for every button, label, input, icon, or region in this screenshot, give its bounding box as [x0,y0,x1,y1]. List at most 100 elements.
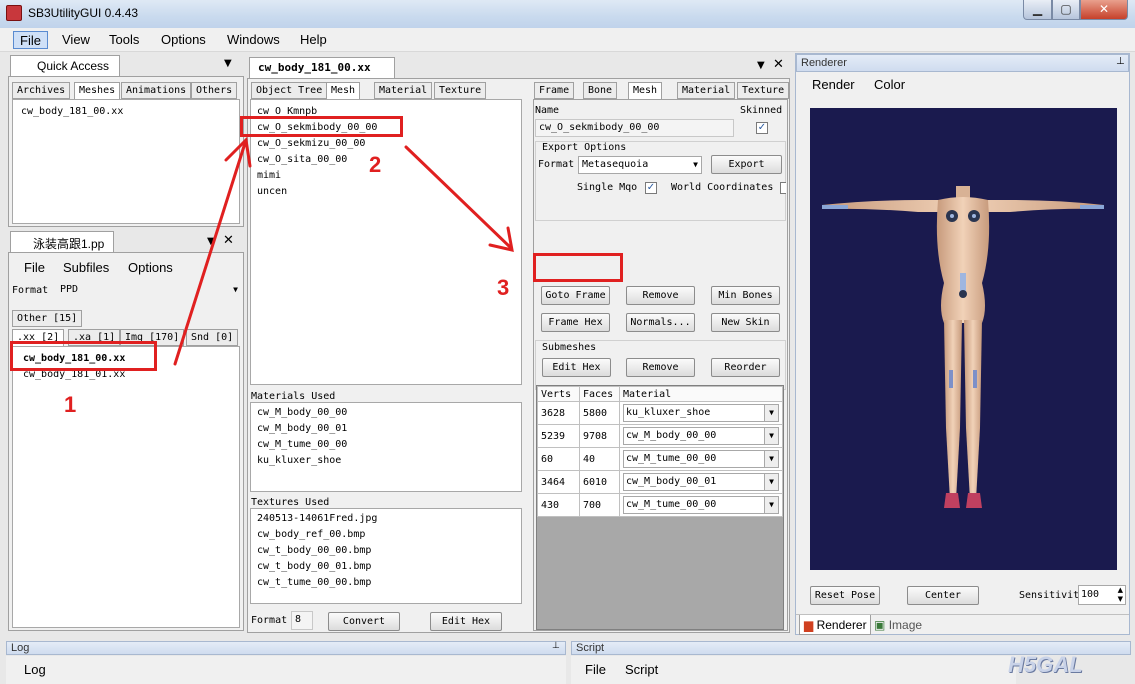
material-select[interactable]: ku_kluxer_shoe ▼ [623,404,779,422]
menu-file[interactable]: File [13,31,48,49]
list-item[interactable]: cw_O_sita_00_00 [257,154,347,165]
list-item[interactable]: uncen [257,186,287,197]
renderer-menu-color[interactable]: Color [874,77,905,92]
submesh-remove-button[interactable]: Remove [626,358,695,377]
textures-list[interactable]: 240513-14061Fred.jpg cw_body_ref_00.bmp … [250,508,522,604]
list-item[interactable]: cw_M_body_00_00 [257,407,347,418]
list-item[interactable]: cw_body_ref_00.bmp [257,529,365,540]
pp-close-icon[interactable]: ✕ [223,233,234,248]
render-viewport[interactable] [810,108,1117,570]
editor-close-icon[interactable]: ✕ [773,57,784,72]
tab-others[interactable]: Others [191,82,238,99]
table-row[interactable]: 3464 6010 cw_M_body_00_01 ▼ [537,470,783,494]
menu-help[interactable]: Help [294,31,333,49]
menu-view[interactable]: View [56,31,96,49]
mesh-list[interactable]: cw_O_Kmnpb cw_O_sekmibody_00_00 cw_O_sek… [250,99,522,385]
tab-archives[interactable]: Archives [12,82,71,99]
image-bottom-tab[interactable]: ▣ Image [874,618,922,632]
list-item[interactable]: mimi [257,170,281,181]
pp-menu-options[interactable]: Options [128,260,173,275]
editor-tab[interactable]: cw_body_181_00.xx [249,57,395,78]
pin-icon[interactable]: ⊥ [1116,56,1125,67]
script-menu-script[interactable]: Script [625,662,658,677]
reset-pose-button[interactable]: Reset Pose [810,586,880,605]
faces-cell[interactable]: 5800 [579,401,620,425]
normals-button[interactable]: Normals... [626,313,695,332]
pp-menu-subfiles[interactable]: Subfiles [63,260,109,275]
pp-file-list[interactable]: cw_body_181_00.xx cw_body_181_01.xx [12,346,240,628]
verts-cell[interactable]: 60 [537,447,580,471]
verts-cell[interactable]: 5239 [537,424,580,448]
table-row[interactable]: 60 40 cw_M_tume_00_00 ▼ [537,447,783,471]
renderer-bottom-tab[interactable]: ▆ Renderer [799,615,871,635]
tab-frame[interactable]: Frame [534,82,575,99]
convert-button[interactable]: Convert [328,612,400,631]
log-pin-icon[interactable]: ⊥ [552,641,560,651]
export-format-select[interactable]: Metasequoia ▼ [578,156,702,174]
material-select[interactable]: cw_M_body_00_01 ▼ [623,473,779,491]
list-item[interactable]: cw_M_body_00_01 [257,423,347,434]
texture-format-field[interactable]: 8 [291,611,313,630]
pp-format-select[interactable]: PPD ▼ [57,282,241,300]
tab-texture-props[interactable]: Texture [737,82,790,99]
material-select[interactable]: cw_M_tume_00_00 ▼ [623,496,779,514]
menu-options[interactable]: Options [155,31,212,49]
center-button[interactable]: Center [907,586,979,605]
maximize-button[interactable]: ▢ [1052,0,1080,20]
menu-windows[interactable]: Windows [221,31,286,49]
faces-cell[interactable]: 700 [579,493,620,517]
list-item[interactable]: cw_t_tume_00_00.bmp [257,577,371,588]
quick-access-dropdown-icon[interactable]: ▼ [224,58,232,69]
editor-dropdown-icon[interactable]: ▼ [757,60,765,71]
list-item[interactable]: cw_t_body_00_01.bmp [257,561,371,572]
list-item[interactable]: cw_O_sekmizu_00_00 [257,138,365,149]
table-row[interactable]: 5239 9708 cw_M_body_00_00 ▼ [537,424,783,448]
sensitivity-input[interactable]: 100 ▲ ▼ [1078,585,1126,605]
faces-cell[interactable]: 40 [579,447,620,471]
verts-cell[interactable]: 430 [537,493,580,517]
quick-access-tab[interactable]: Quick Access [10,55,120,76]
min-bones-button[interactable]: Min Bones [711,286,780,305]
verts-cell[interactable]: 3464 [537,470,580,494]
faces-cell[interactable]: 9708 [579,424,620,448]
minimize-button[interactable]: ▁ [1023,0,1052,20]
edit-hex-button[interactable]: Edit Hex [430,612,502,631]
tab-object-tree[interactable]: Object Tree [251,82,328,99]
table-row[interactable]: 430 700 cw_M_tume_00_00 ▼ [537,493,783,517]
menu-tools[interactable]: Tools [103,31,145,49]
world-coordinates-checkbox[interactable] [780,182,786,194]
material-select[interactable]: cw_M_body_00_00 ▼ [623,427,779,445]
table-row[interactable]: 3628 5800 ku_kluxer_shoe ▼ [537,401,783,425]
mesh-name-field[interactable]: cw_O_sekmibody_00_00 [535,119,734,137]
renderer-menu-render[interactable]: Render [812,77,855,92]
close-button[interactable]: ✕ [1080,0,1128,20]
remove-mesh-button[interactable]: Remove [626,286,695,305]
submesh-reorder-button[interactable]: Reorder [711,358,780,377]
tab-material[interactable]: Material [374,82,433,99]
tab-bone[interactable]: Bone [583,82,618,99]
script-menu-file[interactable]: File [585,662,606,677]
list-item[interactable]: ku_kluxer_shoe [257,455,341,466]
log-menu-log[interactable]: Log [24,662,46,677]
frame-hex-button[interactable]: Frame Hex [541,313,610,332]
meshes-list[interactable]: cw_body_181_00.xx [12,99,240,224]
verts-cell[interactable]: 3628 [537,401,580,425]
goto-frame-button[interactable]: Goto Frame [541,286,610,305]
spinner-icon[interactable]: ▲ ▼ [1118,586,1123,604]
pp-menu-file[interactable]: File [24,260,45,275]
submesh-edit-hex-button[interactable]: Edit Hex [542,358,611,377]
single-mqo-checkbox[interactable]: ✓ [645,182,657,194]
list-item[interactable]: 240513-14061Fred.jpg [257,513,377,524]
list-item[interactable]: cw_body_181_00.xx [21,106,123,117]
pp-tab[interactable]: 泳装高跟1.pp [10,231,114,252]
skinned-checkbox[interactable]: ✓ [756,122,768,134]
new-skin-button[interactable]: New Skin [711,313,780,332]
faces-cell[interactable]: 6010 [579,470,620,494]
tab-animations[interactable]: Animations [121,82,192,99]
material-select[interactable]: cw_M_tume_00_00 ▼ [623,450,779,468]
list-item[interactable]: cw_t_body_00_00.bmp [257,545,371,556]
export-button[interactable]: Export [711,155,782,174]
list-item[interactable]: cw_M_tume_00_00 [257,439,347,450]
materials-list[interactable]: cw_M_body_00_00 cw_M_body_00_01 cw_M_tum… [250,402,522,492]
tab-snd[interactable]: Snd [0] [186,329,239,346]
